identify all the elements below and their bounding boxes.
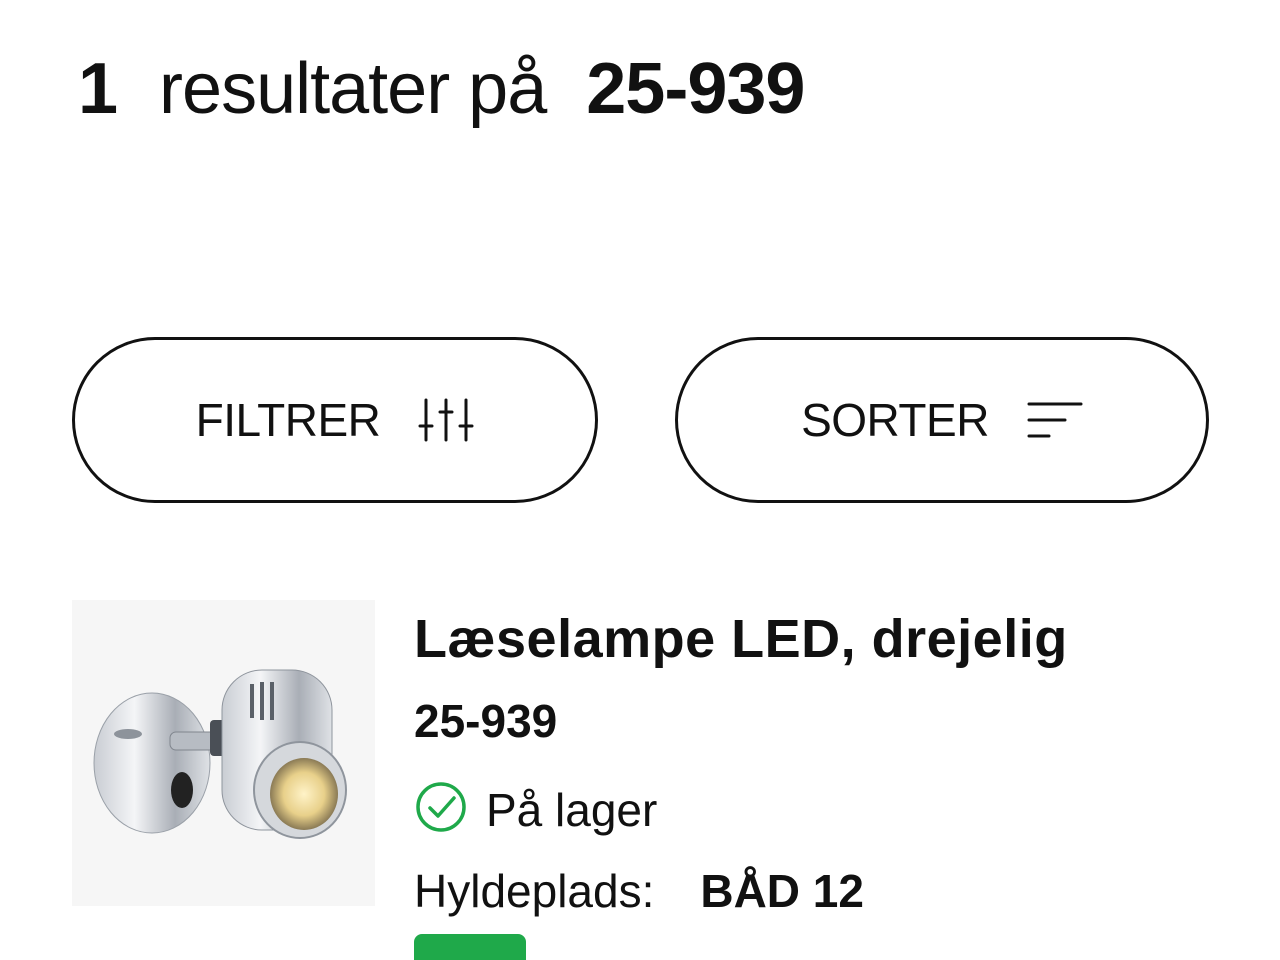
results-heading: 1 resultater på 25-939 [78, 44, 805, 134]
stock-text: På lager [486, 783, 658, 836]
product-sku: 25-939 [414, 695, 558, 747]
check-circle-icon [414, 780, 468, 839]
shelf-label: Hyldeplads: [414, 865, 655, 917]
product-image[interactable] [72, 600, 375, 906]
shelf-value: BÅD 12 [700, 865, 864, 917]
add-to-cart-button[interactable] [414, 934, 526, 960]
product-title[interactable]: Læselampe LED, drejelig [414, 608, 1068, 670]
search-results-page: 1 resultater på 25-939 FILTRER SORTER Læ… [0, 0, 1280, 960]
sort-lines-icon [1027, 400, 1083, 440]
lamp-image-icon [93, 669, 347, 839]
product-card[interactable]: Læselampe LED, drejelig 25-939 På lager … [72, 600, 1212, 960]
sliders-icon [418, 396, 474, 444]
filter-button[interactable]: FILTRER [72, 337, 598, 503]
sort-button-label: SORTER [801, 394, 989, 446]
shelf-location: Hyldeplads: BÅD 12 [414, 864, 864, 918]
search-query: 25-939 [586, 49, 805, 129]
filter-button-label: FILTRER [195, 394, 381, 446]
stock-status: På lager [414, 780, 657, 839]
sort-button[interactable]: SORTER [675, 337, 1209, 503]
results-count: 1 [78, 49, 118, 129]
results-label: resultater på [159, 49, 547, 129]
